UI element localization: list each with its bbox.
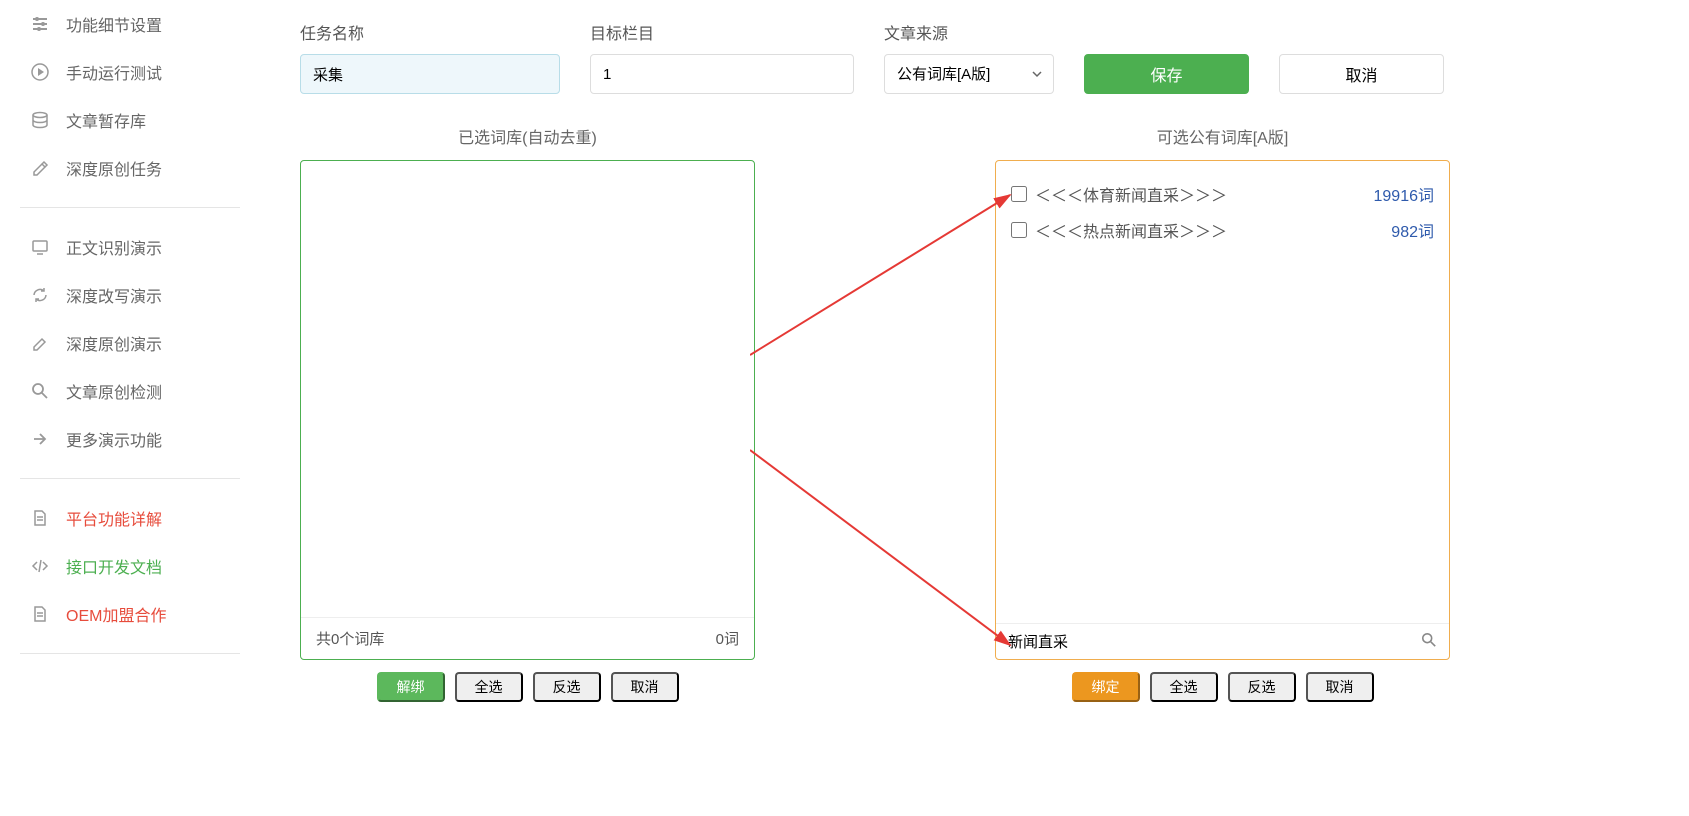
- sidebar-item-label: 文章原创检测: [66, 379, 162, 403]
- search-input[interactable]: [1008, 633, 1421, 650]
- refresh-icon: [30, 285, 50, 305]
- search-icon[interactable]: [1421, 632, 1437, 651]
- file-icon: [30, 604, 50, 624]
- selected-list-body[interactable]: [301, 161, 754, 617]
- target-label: 目标栏目: [590, 20, 854, 44]
- form-row: 任务名称 目标栏目 文章来源 公有词库[A版] 保存 取消: [300, 20, 1659, 94]
- selected-panel-title: 已选词库(自动去重): [300, 124, 755, 148]
- cancel-button[interactable]: 取消: [1279, 54, 1444, 94]
- list-item-label: ＜＜＜体育新闻直采＞＞＞: [1035, 182, 1227, 206]
- file-icon: [30, 508, 50, 528]
- edit-icon: [30, 333, 50, 353]
- sidebar: 功能细节设置 手动运行测试 文章暂存库 深度原创任务 正文识别演示: [0, 0, 260, 816]
- sidebar-item-original-demo[interactable]: 深度原创演示: [20, 319, 240, 367]
- selected-list: 共0个词库 0词: [300, 160, 755, 660]
- list-item-checkbox[interactable]: [1011, 222, 1027, 238]
- taskname-label: 任务名称: [300, 20, 560, 44]
- list-item[interactable]: ＜＜＜体育新闻直采＞＞＞ 19916词: [1011, 176, 1434, 212]
- taskname-input[interactable]: [300, 54, 560, 94]
- target-input[interactable]: [590, 54, 854, 94]
- code-icon: [30, 556, 50, 576]
- sidebar-item-article-check[interactable]: 文章原创检测: [20, 367, 240, 415]
- selected-list-footer: 共0个词库 0词: [301, 617, 754, 659]
- database-icon: [30, 110, 50, 130]
- sidebar-item-rewrite-demo[interactable]: 深度改写演示: [20, 271, 240, 319]
- sidebar-item-label: 正文识别演示: [66, 235, 162, 259]
- sidebar-item-label: 功能细节设置: [66, 12, 162, 36]
- sidebar-item-article-cache[interactable]: 文章暂存库: [20, 96, 240, 144]
- selected-panel: 已选词库(自动去重) 共0个词库 0词 解绑 全选 反选 取消: [300, 124, 755, 702]
- sidebar-item-label: 平台功能详解: [66, 506, 162, 530]
- divider: [20, 653, 240, 654]
- cancel-avail-button[interactable]: 取消: [1306, 672, 1374, 702]
- sidebar-item-oem[interactable]: OEM加盟合作: [20, 590, 240, 638]
- selectall-button[interactable]: 全选: [1150, 672, 1218, 702]
- available-panel-title: 可选公有词库[A版]: [995, 124, 1450, 148]
- search-icon: [30, 381, 50, 401]
- bind-button[interactable]: 绑定: [1072, 672, 1140, 702]
- sidebar-item-label: 更多演示功能: [66, 427, 162, 451]
- divider: [20, 478, 240, 479]
- list-item-count: 982词: [1391, 218, 1434, 242]
- list-item-checkbox[interactable]: [1011, 186, 1027, 202]
- available-list: ＜＜＜体育新闻直采＞＞＞ 19916词 ＜＜＜热点新闻直采＞＞＞ 982词: [995, 160, 1450, 660]
- list-item-count: 19916词: [1374, 182, 1435, 206]
- available-panel: 可选公有词库[A版] ＜＜＜体育新闻直采＞＞＞ 19916词: [995, 124, 1450, 702]
- divider: [20, 207, 240, 208]
- selected-count-label: 共0个词库: [316, 628, 384, 649]
- list-item-label: ＜＜＜热点新闻直采＞＞＞: [1035, 218, 1227, 242]
- sidebar-item-label: 深度原创演示: [66, 331, 162, 355]
- sidebar-item-deep-original[interactable]: 深度原创任务: [20, 144, 240, 192]
- share-icon: [30, 429, 50, 449]
- selected-word-count: 0词: [716, 628, 739, 649]
- sidebar-item-label: 接口开发文档: [66, 554, 162, 578]
- sidebar-item-label: 手动运行测试: [66, 60, 162, 84]
- main: 任务名称 目标栏目 文章来源 公有词库[A版] 保存 取消 已选词库(自动去重): [260, 0, 1689, 816]
- sidebar-item-manual-run[interactable]: 手动运行测试: [20, 48, 240, 96]
- available-button-row: 绑定 全选 反选 取消: [995, 672, 1450, 702]
- sidebar-item-label: 深度改写演示: [66, 283, 162, 307]
- invert-button[interactable]: 反选: [1228, 672, 1296, 702]
- sidebar-item-label: 文章暂存库: [66, 108, 146, 132]
- sidebar-item-api-doc[interactable]: 接口开发文档: [20, 542, 240, 590]
- source-label: 文章来源: [884, 20, 1054, 44]
- available-list-body[interactable]: ＜＜＜体育新闻直采＞＞＞ 19916词 ＜＜＜热点新闻直采＞＞＞ 982词: [996, 161, 1449, 623]
- save-button[interactable]: 保存: [1084, 54, 1249, 94]
- sidebar-item-platform-doc[interactable]: 平台功能详解: [20, 494, 240, 542]
- sliders-icon: [30, 14, 50, 34]
- source-select[interactable]: 公有词库[A版]: [884, 54, 1054, 94]
- play-icon: [30, 62, 50, 82]
- sidebar-item-label: OEM加盟合作: [66, 602, 166, 626]
- monitor-icon: [30, 237, 50, 257]
- sidebar-item-more-demo[interactable]: 更多演示功能: [20, 415, 240, 463]
- selected-button-row: 解绑 全选 反选 取消: [300, 672, 755, 702]
- unbind-button[interactable]: 解绑: [377, 672, 445, 702]
- edit-icon: [30, 158, 50, 178]
- list-item[interactable]: ＜＜＜热点新闻直采＞＞＞ 982词: [1011, 212, 1434, 248]
- invert-button[interactable]: 反选: [533, 672, 601, 702]
- selectall-button[interactable]: 全选: [455, 672, 523, 702]
- sidebar-item-label: 深度原创任务: [66, 156, 162, 180]
- available-search-footer: [996, 623, 1449, 659]
- sidebar-item-settings[interactable]: 功能细节设置: [20, 0, 240, 48]
- cancel-sel-button[interactable]: 取消: [611, 672, 679, 702]
- sidebar-item-text-demo[interactable]: 正文识别演示: [20, 223, 240, 271]
